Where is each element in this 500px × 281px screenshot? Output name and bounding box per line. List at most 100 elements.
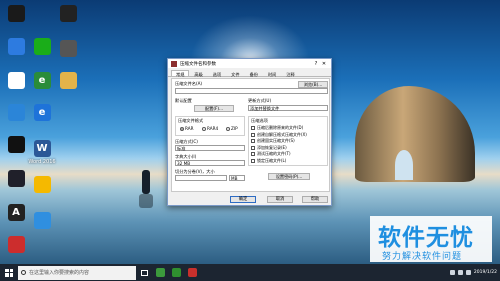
dialog-tab[interactable]: 注释	[281, 70, 299, 77]
desktop-icon[interactable]	[24, 176, 60, 195]
browse-button[interactable]: 浏览(B)...	[298, 81, 328, 88]
checkbox-box	[251, 132, 255, 137]
desktop-icon[interactable]	[50, 40, 86, 59]
desktop-icon[interactable]: W Word 2016	[24, 140, 60, 165]
pinned-app-icon[interactable]	[152, 264, 168, 281]
pinned-app-icon[interactable]	[168, 264, 184, 281]
split-unit-select[interactable]: MB	[229, 175, 245, 181]
search-icon	[21, 270, 26, 275]
dict-value: 32 MB	[177, 161, 191, 166]
profile-label: 默认配置	[175, 98, 192, 103]
dialog-title: 压缩文件名和参数	[180, 61, 216, 67]
option-label: 压缩后删除原来的文件(D)	[257, 125, 304, 130]
desktop-icon[interactable]	[50, 72, 86, 91]
format-label: 压缩文件格式	[178, 118, 204, 123]
pinned-apps	[152, 264, 200, 281]
split-input[interactable]	[175, 175, 227, 181]
format-radio-label: ZIP	[231, 126, 238, 131]
system-tray: 2019/1/22	[449, 270, 500, 276]
format-radio-label: RAR4	[207, 126, 219, 131]
checkbox-box	[251, 139, 255, 143]
option-checkbox[interactable]: 创建固实压缩文件(S)	[251, 138, 295, 144]
desktop-icon[interactable]	[0, 5, 34, 24]
method-value: 标准	[177, 146, 186, 151]
tray-icon[interactable]	[457, 270, 463, 275]
app-glyph	[187, 268, 197, 277]
app-icon	[7, 5, 25, 22]
archive-name-input[interactable]	[175, 88, 328, 94]
dialog-tab[interactable]: 常规	[171, 70, 190, 77]
profile-button[interactable]: 配置(F)...	[194, 105, 234, 112]
close-icon[interactable]: ✕	[320, 61, 328, 67]
help-button[interactable]: 帮助	[302, 196, 328, 203]
app-icon	[59, 40, 77, 57]
option-label: 创建自解压格式压缩文件(X)	[257, 131, 307, 137]
dialog-tab[interactable]: 时间	[263, 70, 281, 77]
app-icon	[33, 176, 51, 193]
desktop-icon[interactable]	[50, 5, 86, 24]
clock[interactable]: 2019/1/22	[474, 270, 497, 276]
format-radio[interactable]: ZIP	[226, 126, 238, 131]
dialog-tabs: 常规 高级 选项 文件 备份 时间 注释	[168, 68, 331, 77]
cancel-button[interactable]: 取消	[267, 196, 293, 203]
search-box[interactable]: 在这里输入你要搜索的内容	[18, 265, 136, 280]
option-checkbox[interactable]: 添加恢复记录(E)	[251, 145, 287, 151]
option-checkbox[interactable]: 压缩后删除原来的文件(D)	[251, 125, 303, 131]
option-label: 创建固实压缩文件(S)	[257, 138, 295, 143]
pinned-app-icon[interactable]	[184, 264, 200, 281]
dict-select[interactable]: 32 MB	[175, 160, 245, 166]
radio-dot	[226, 126, 230, 131]
update-mode-value: 添加并替换文件	[250, 106, 280, 111]
option-checkbox[interactable]: 测试压缩的文件(T)	[251, 151, 291, 157]
app-icon	[7, 236, 25, 253]
archive-dialog: 压缩文件名和参数 ? ✕ 常规 高级 选项 文件 备份 时间 注释 压缩文件名(A) 浏览(…	[167, 58, 332, 206]
runner-reflection	[139, 194, 153, 208]
desktop-icon[interactable]	[0, 236, 34, 255]
app-icon: A	[7, 204, 25, 221]
app-icon	[33, 38, 51, 55]
task-view-icon[interactable]	[136, 264, 152, 281]
dialog-tab[interactable]: 高级	[189, 70, 207, 77]
tray-icon[interactable]	[465, 270, 471, 275]
start-button[interactable]	[0, 264, 18, 281]
app-icon	[7, 136, 25, 153]
app-icon	[7, 104, 25, 121]
checkbox-box	[251, 152, 255, 156]
options-label: 压缩选项	[251, 118, 268, 123]
app-icon	[7, 72, 25, 89]
tray-icon[interactable]	[449, 270, 455, 275]
dialog-titlebar[interactable]: 压缩文件名和参数 ? ✕	[168, 59, 331, 68]
option-label: 添加恢复记录(E)	[257, 144, 287, 150]
desktop: Ae e W Word 2016 压缩文件名和参数 ? ✕ 常规 高级 选项 文件 备份 时间注…	[0, 0, 500, 264]
set-password-button[interactable]: 设置密码(P)...	[268, 173, 310, 180]
app-icon	[59, 5, 77, 22]
help-icon[interactable]: ?	[312, 61, 320, 67]
update-mode-select[interactable]: 添加并替换文件	[248, 105, 328, 111]
sea-rock	[355, 86, 475, 182]
format-radio[interactable]: RAR	[180, 126, 194, 131]
checkbox-box	[251, 126, 255, 130]
app-icon: W	[33, 140, 51, 157]
dialog-tab[interactable]: 选项	[208, 70, 226, 77]
method-select[interactable]: 标准	[175, 145, 245, 151]
desktop-icon[interactable]: e	[24, 104, 60, 123]
radio-dot	[180, 126, 184, 131]
desktop-icon-label: Word 2016	[28, 159, 56, 165]
windows-logo-icon	[5, 268, 13, 277]
clock-date: 2019/1/22	[473, 269, 497, 275]
format-radio[interactable]: RAR4	[202, 126, 218, 131]
general-panel: 压缩文件名(A) 浏览(B)... 默认配置 配置(F)... 更新方式(U) …	[171, 78, 330, 192]
dialog-tab[interactable]: 文件	[226, 70, 244, 77]
desktop-icon[interactable]	[24, 212, 60, 231]
watermark-subtitle: 努力解决软件问题	[382, 252, 463, 262]
option-checkbox[interactable]: 创建自解压格式压缩文件(X)	[251, 132, 307, 138]
ok-button[interactable]: 确定	[230, 196, 256, 203]
split-unit: MB	[231, 176, 238, 181]
update-mode-label: 更新方式(U)	[248, 98, 272, 103]
checkbox-box	[251, 145, 255, 150]
checkbox-box	[251, 158, 255, 163]
option-label: 测试压缩的文件(T)	[257, 151, 291, 156]
app-icon	[7, 38, 25, 55]
option-checkbox[interactable]: 锁定压缩文件(L)	[251, 158, 286, 164]
dialog-tab[interactable]: 备份	[245, 70, 263, 77]
